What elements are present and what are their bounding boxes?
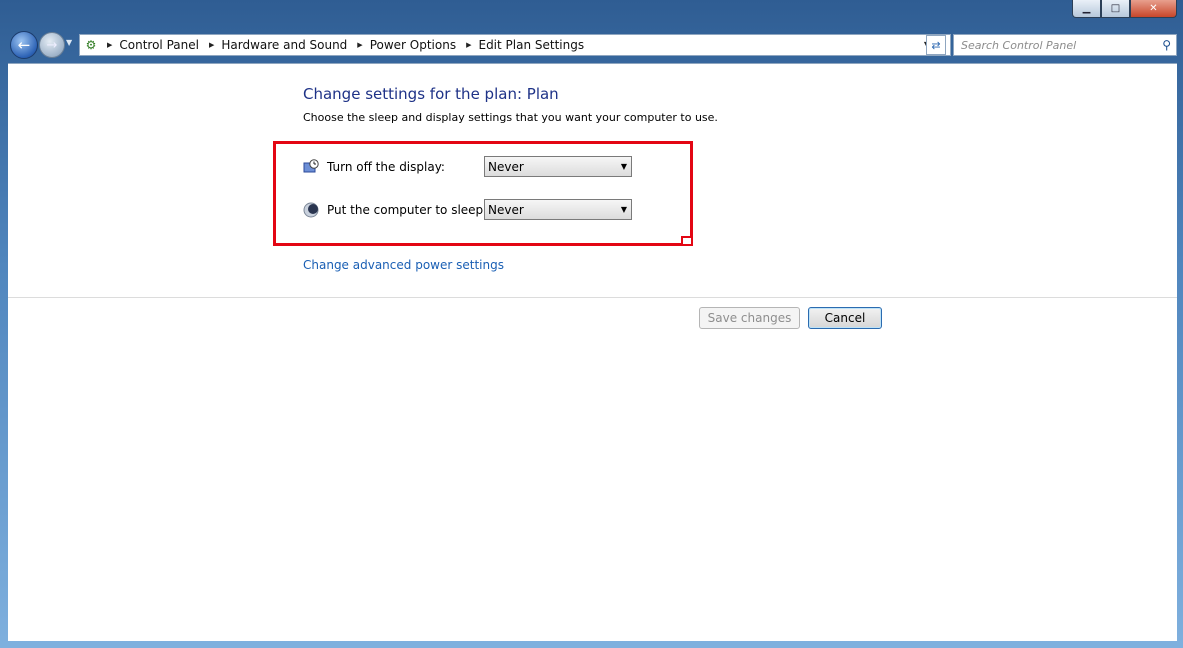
breadcrumb-hardware-and-sound[interactable]: Hardware and Sound [221, 38, 347, 52]
control-panel-icon: ⚙ [85, 38, 97, 52]
chevron-right-icon[interactable]: ▶ [466, 41, 471, 49]
breadcrumb-control-panel[interactable]: Control Panel [119, 38, 199, 52]
chevron-right-icon[interactable]: ▶ [357, 41, 362, 49]
sleep-moon-icon [303, 202, 319, 217]
search-icon[interactable]: ⚲ [1162, 38, 1171, 52]
recent-pages-dropdown[interactable]: ▼ [66, 38, 72, 47]
chevron-right-icon[interactable]: ▶ [107, 41, 112, 49]
sleep-timeout-value: Never [488, 202, 524, 217]
refresh-icon: ⇄ [931, 38, 941, 52]
page-title: Change settings for the plan: Plan [303, 85, 559, 103]
page-subtitle: Choose the sleep and display settings th… [303, 111, 718, 124]
address-bar[interactable]: ⚙ ▶ Control Panel ▶ Hardware and Sound ▶… [79, 34, 951, 56]
forward-button[interactable]: → [39, 32, 65, 58]
sleep-timeout-select[interactable]: Never ▼ [484, 199, 632, 220]
display-setting-row: Turn off the display: Never ▼ [303, 156, 632, 177]
minimize-button[interactable]: ▁ [1072, 0, 1101, 18]
search-input[interactable]: Search Control Panel [961, 39, 1162, 52]
sleep-setting-label: Put the computer to sleep: [327, 202, 488, 217]
advanced-power-settings-link[interactable]: Change advanced power settings [303, 258, 504, 272]
display-timer-icon [303, 158, 319, 172]
navigation-bar: ← → ▼ ⚙ ▶ Control Panel ▶ Hardware and S… [8, 29, 1177, 60]
display-setting-label: Turn off the display: [327, 159, 445, 174]
highlight-resize-handle [681, 236, 693, 246]
display-timeout-value: Never [488, 159, 524, 174]
divider [8, 297, 1177, 298]
window-frame: ▁ □ ✕ ← → ▼ ⚙ ▶ Control Panel ▶ Hardware… [0, 0, 1183, 648]
save-changes-button[interactable]: Save changes [699, 307, 800, 329]
chevron-down-icon: ▼ [620, 162, 627, 171]
chevron-right-icon[interactable]: ▶ [209, 41, 214, 49]
breadcrumb-edit-plan-settings[interactable]: Edit Plan Settings [478, 38, 584, 52]
window-controls: ▁ □ ✕ [1072, 0, 1177, 18]
main-content: Change settings for the plan: Plan Choos… [8, 63, 1177, 641]
close-button[interactable]: ✕ [1130, 0, 1177, 18]
back-button[interactable]: ← [10, 31, 38, 59]
sleep-setting-row: Put the computer to sleep: Never ▼ [303, 199, 632, 220]
back-arrow-icon: ← [17, 36, 31, 54]
maximize-button[interactable]: □ [1101, 0, 1130, 18]
cancel-button[interactable]: Cancel [808, 307, 882, 329]
chevron-down-icon: ▼ [620, 205, 627, 214]
forward-arrow-icon: → [46, 37, 58, 53]
search-box[interactable]: Search Control Panel ⚲ [953, 34, 1177, 56]
display-timeout-select[interactable]: Never ▼ [484, 156, 632, 177]
breadcrumb-power-options[interactable]: Power Options [370, 38, 456, 52]
refresh-button[interactable]: ⇄ [926, 35, 946, 55]
